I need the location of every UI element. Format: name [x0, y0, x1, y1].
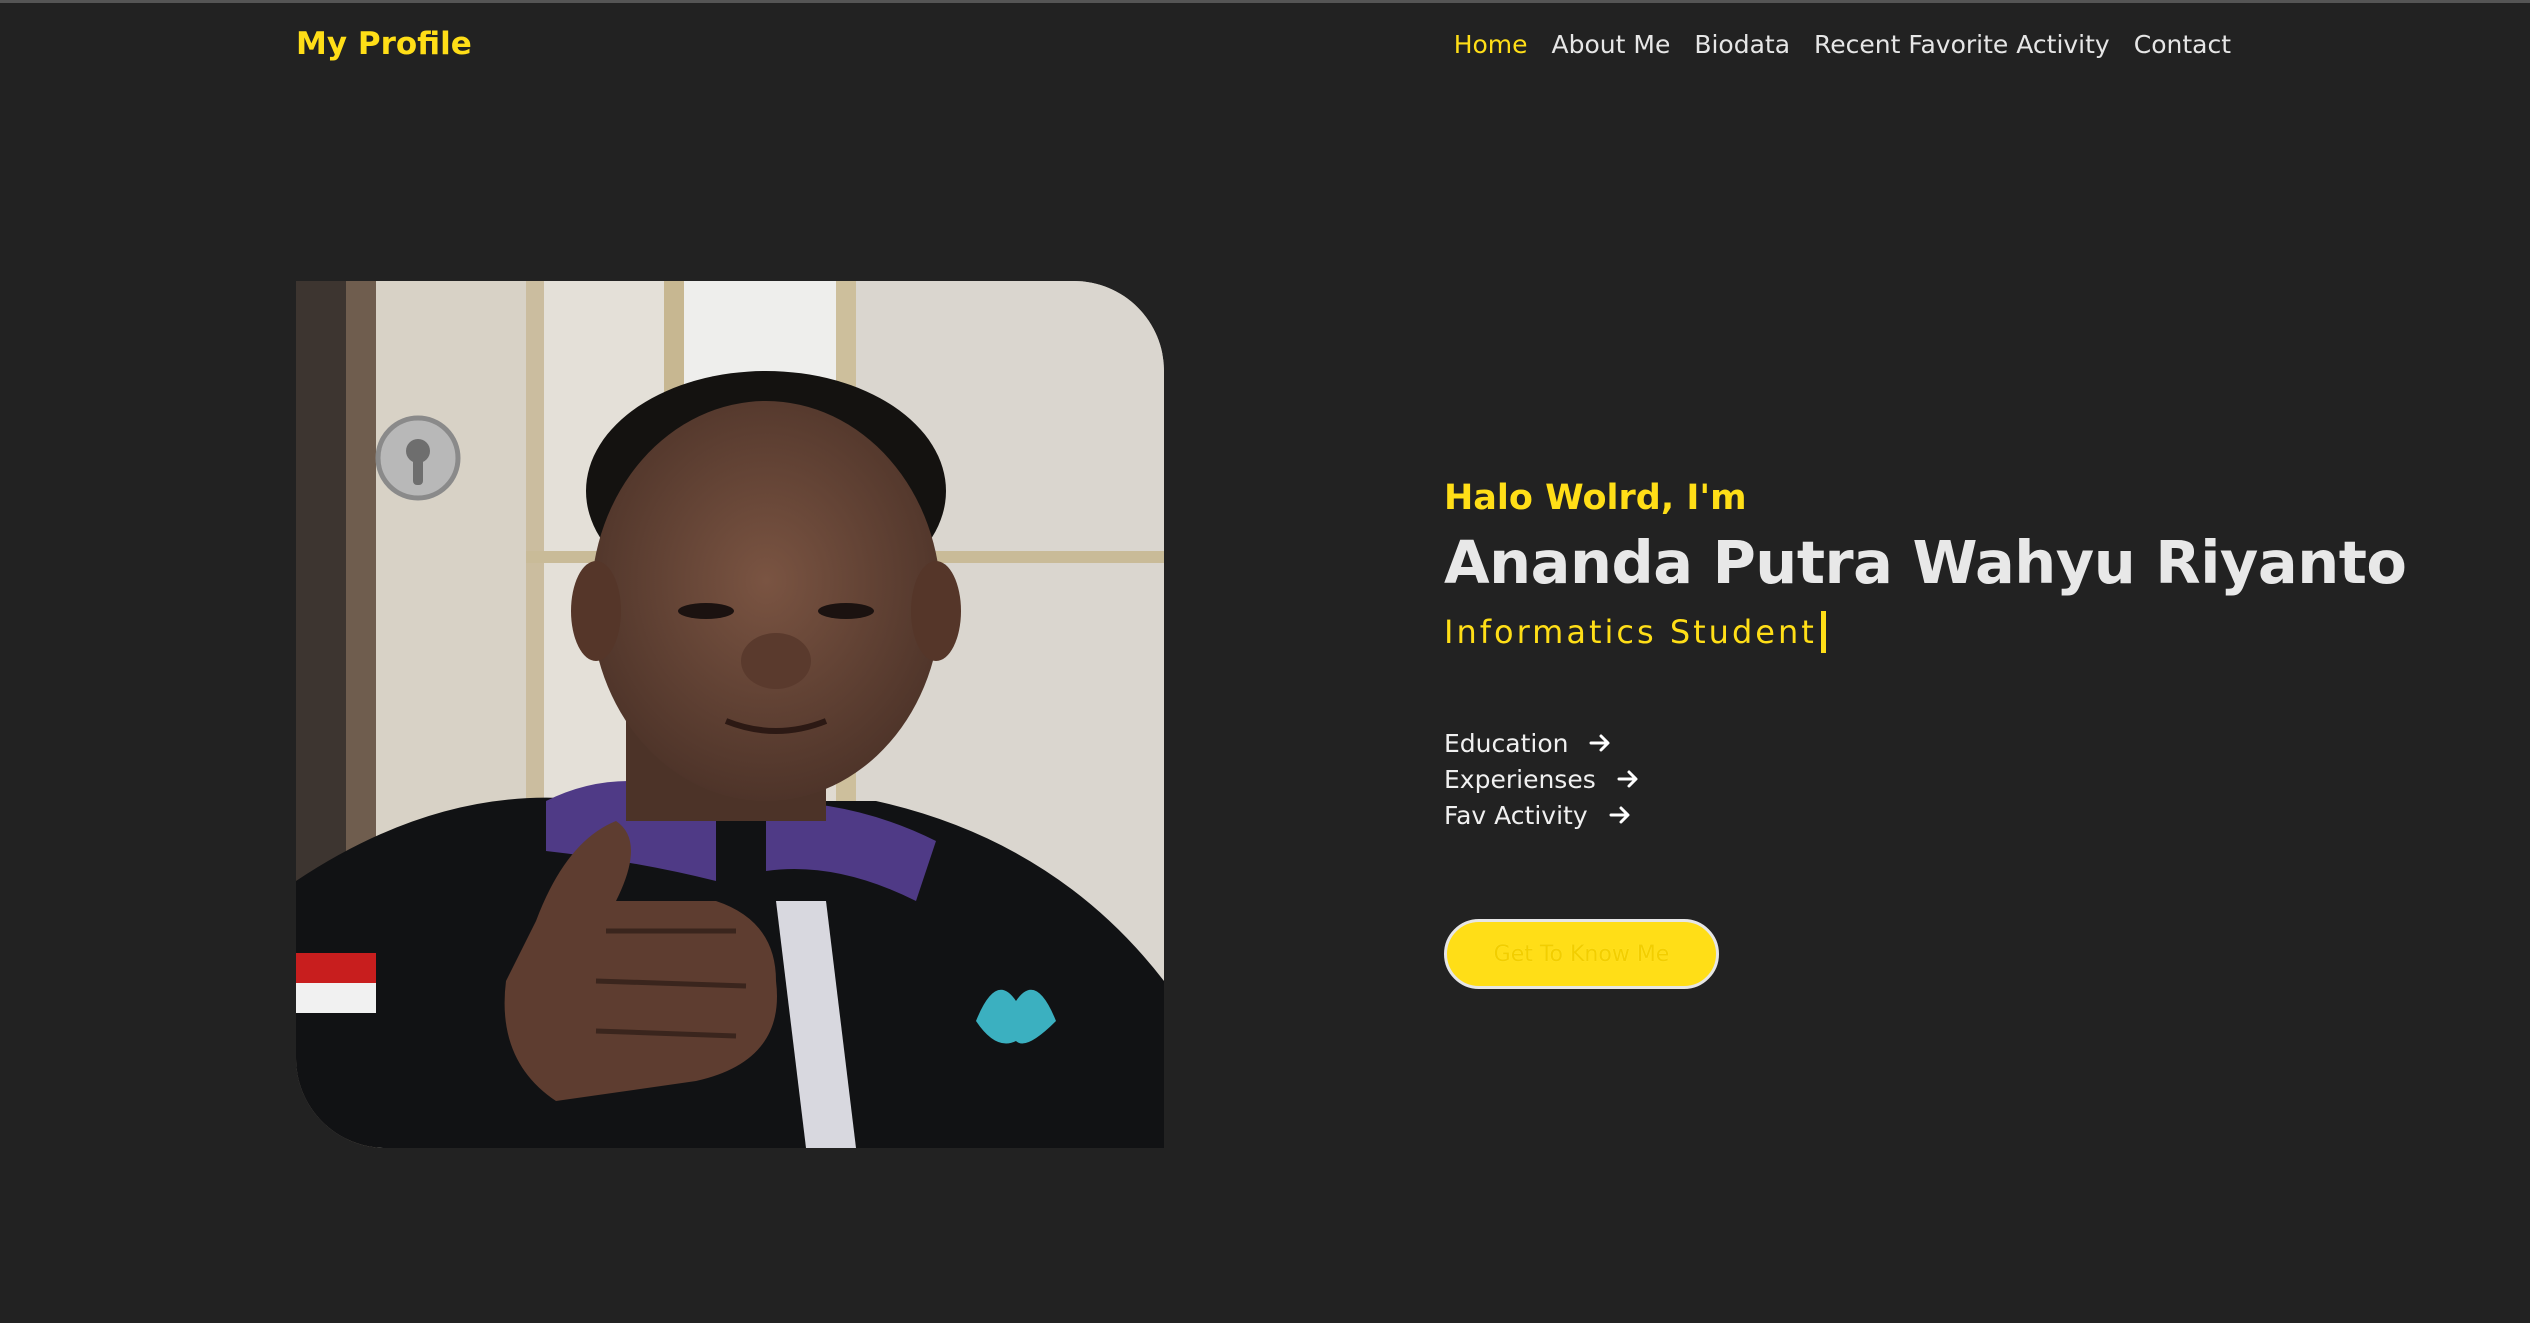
nav-link-about-me[interactable]: About Me	[1552, 30, 1671, 59]
hero-section: Halo Wolrd, I'm Ananda Putra Wahyu Riyan…	[1444, 478, 2444, 833]
link-fav-activity[interactable]: Fav Activity	[1444, 797, 2444, 833]
nav-link-contact[interactable]: Contact	[2134, 30, 2231, 59]
navbar: My Profile Home About Me Biodata Recent …	[0, 3, 2530, 85]
arrow-right-icon	[1609, 806, 1630, 824]
get-to-know-me-button[interactable]: Get To Know Me	[1444, 919, 1719, 989]
profile-photo-illustration	[296, 281, 1164, 1148]
link-education-label: Education	[1444, 728, 1569, 758]
link-education[interactable]: Education	[1444, 725, 2444, 761]
link-experienses-label: Experienses	[1444, 764, 1596, 794]
link-experienses[interactable]: Experienses	[1444, 761, 2444, 797]
link-fav-activity-label: Fav Activity	[1444, 800, 1588, 830]
arrow-right-icon	[1617, 770, 1638, 788]
nav-link-biodata[interactable]: Biodata	[1694, 30, 1790, 59]
nav-link-home[interactable]: Home	[1454, 30, 1528, 59]
arrow-right-icon	[1589, 734, 1610, 752]
hero-name: Ananda Putra Wahyu Riyanto	[1444, 528, 2407, 597]
nav-links: Home About Me Biodata Recent Favorite Ac…	[1454, 30, 2231, 59]
hero-links: Education Experienses Fav Activity	[1444, 725, 2444, 833]
brand-logo[interactable]: My Profile	[296, 26, 472, 62]
typing-caret	[1820, 611, 1826, 653]
nav-link-recent-favorite-activity[interactable]: Recent Favorite Activity	[1814, 30, 2110, 59]
hero-role: Informatics Student	[1444, 611, 2444, 653]
hero-greeting: Halo Wolrd, I'm	[1444, 478, 1747, 518]
hero-role-text: Informatics Student	[1444, 613, 1817, 651]
profile-photo	[296, 281, 1164, 1148]
